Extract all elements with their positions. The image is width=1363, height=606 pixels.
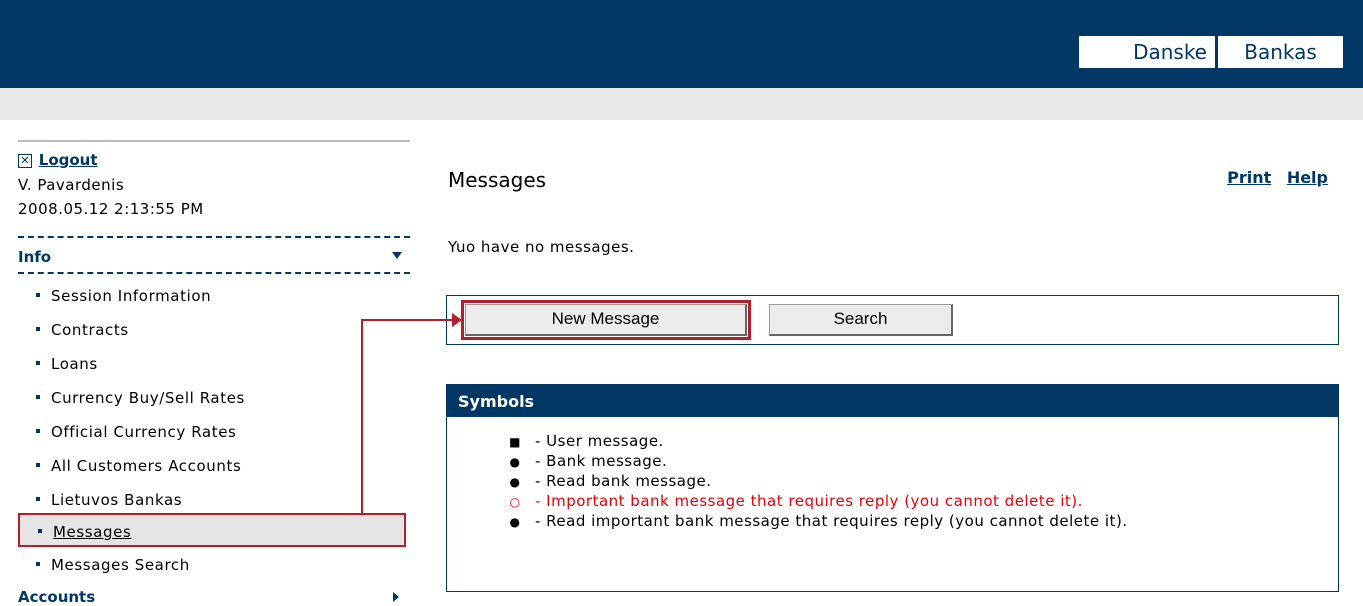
sidebar-item-label: Session Information <box>51 287 212 305</box>
bullet-icon <box>38 529 42 533</box>
legend-text: - Read important bank message that requi… <box>535 512 1128 530</box>
sidebar-item-loans[interactable]: Loans <box>36 354 98 374</box>
dot-icon: ● <box>509 475 521 489</box>
page-title: Messages <box>448 168 547 192</box>
sidebar-item-label: Lietuvos Bankas <box>51 491 183 509</box>
section-divider <box>18 272 410 274</box>
danske-bankas-logo[interactable]: Danske Bankas <box>1079 36 1343 68</box>
action-button-bar: New Message Search <box>446 295 1339 345</box>
sidebar-item-label: Loans <box>51 355 98 373</box>
legend-text: - Bank message. <box>535 452 668 470</box>
page-actions: Print Help <box>1217 168 1328 187</box>
sidebar-item-official-rates[interactable]: Official Currency Rates <box>36 422 236 442</box>
bullet-icon <box>36 327 40 331</box>
sidebar-item-label: Official Currency Rates <box>51 423 237 441</box>
callout-line <box>361 319 452 513</box>
sidebar-item-currency-rates[interactable]: Currency Buy/Sell Rates <box>36 388 245 408</box>
sidebar-item-contracts[interactable]: Contracts <box>36 320 129 340</box>
login-timestamp: 2008.05.12 2:13:55 PM <box>18 200 204 218</box>
sidebar-item-label: Currency Buy/Sell Rates <box>51 389 245 407</box>
legend-text: - User message. <box>535 432 664 450</box>
print-link[interactable]: Print <box>1227 168 1271 187</box>
legend-row-important-message: ○ - Important bank message that requires … <box>507 491 1083 511</box>
bullet-icon <box>36 497 40 501</box>
sidebar: ✕ Logout V. Pavardenis 2008.05.12 2:13:5… <box>18 140 410 606</box>
bullet-icon <box>36 293 40 297</box>
symbols-legend: Symbols ■ - User message. ● - Bank message… <box>446 384 1339 592</box>
sidebar-item-all-accounts[interactable]: All Customers Accounts <box>36 456 241 476</box>
bullet-icon <box>36 395 40 399</box>
close-box-icon[interactable]: ✕ <box>18 154 32 168</box>
sidebar-item-session-information[interactable]: Session Information <box>36 286 211 306</box>
accounts-section-header[interactable]: Accounts <box>18 588 95 606</box>
info-section-header[interactable]: Info <box>18 248 51 266</box>
sidebar-item-messages-search[interactable]: Messages Search <box>36 555 190 575</box>
legend-row-read-important-message: ● - Read important bank message that requ… <box>507 511 1128 531</box>
sidebar-item-label: Messages Search <box>51 556 190 574</box>
sidebar-item-label: All Customers Accounts <box>51 457 242 475</box>
sidebar-item-label: Messages <box>53 523 132 541</box>
logo-part-danske: Danske <box>1079 36 1215 68</box>
legend-text: - Important bank message that requires r… <box>535 492 1083 510</box>
no-messages-text: Yuo have no messages. <box>448 238 635 256</box>
logo-part-bankas: Bankas <box>1218 36 1343 68</box>
symbols-header: Symbols <box>447 385 1338 417</box>
sidebar-item-lietuvos-bankas[interactable]: Lietuvos Bankas <box>36 490 182 510</box>
dot-icon: ● <box>509 515 521 529</box>
sidebar-divider <box>18 140 410 142</box>
dot-icon: ● <box>509 455 521 469</box>
bullet-icon <box>36 562 40 566</box>
chevron-right-icon[interactable] <box>393 592 399 602</box>
bullet-icon <box>36 361 40 365</box>
sub-header-bar <box>0 88 1363 120</box>
search-button[interactable]: Search <box>769 304 953 336</box>
sidebar-item-label: Contracts <box>51 321 129 339</box>
legend-row-read-bank-message: ● - Read bank message. <box>507 471 712 491</box>
legend-row-user-message: ■ - User message. <box>507 431 664 451</box>
user-name: V. Pavardenis <box>18 176 125 194</box>
legend-row-bank-message: ● - Bank message. <box>507 451 667 471</box>
square-icon: ■ <box>509 435 521 449</box>
bullet-icon <box>36 463 40 467</box>
circle-outline-icon: ○ <box>509 495 521 509</box>
top-banner: Danske Bankas <box>0 0 1363 88</box>
logout-row: ✕ Logout <box>18 151 98 169</box>
help-link[interactable]: Help <box>1287 168 1328 187</box>
new-message-button[interactable]: New Message <box>461 300 751 340</box>
chevron-down-icon[interactable] <box>392 252 402 259</box>
legend-text: - Read bank message. <box>535 472 712 490</box>
sidebar-item-messages[interactable]: Messages <box>18 513 406 547</box>
logout-link[interactable]: Logout <box>39 151 98 169</box>
section-divider <box>18 236 410 238</box>
bullet-icon <box>36 429 40 433</box>
